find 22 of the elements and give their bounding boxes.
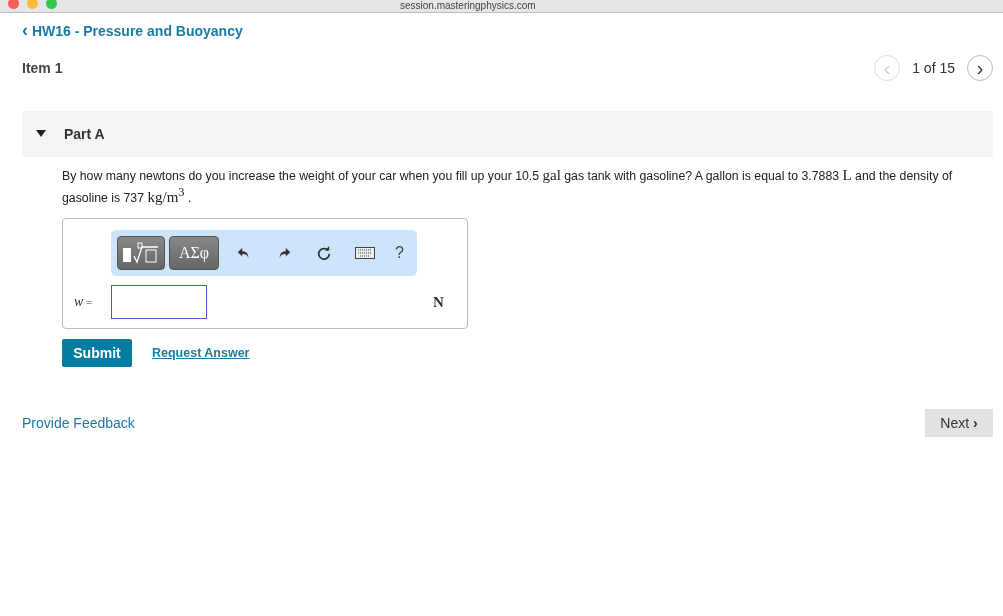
question-text: By how many newtons do you increase the weight of your car when you fill up your 10.5 gal gas tank with gasoline? A gallon is equal to 3.7883 L and the density of gasoline is 737 kg/m$^{3}$ . bbox=[62, 167, 954, 206]
provide-feedback-link[interactable]: Provide Feedback bbox=[22, 415, 135, 431]
part-title: Part A bbox=[64, 126, 105, 142]
item-position: 1 of 15 bbox=[912, 60, 955, 76]
templates-button[interactable] bbox=[117, 236, 165, 270]
next-button[interactable]: Next › bbox=[925, 409, 993, 437]
next-item-button[interactable]: › bbox=[967, 55, 993, 81]
symbols-button[interactable]: ΑΣφ bbox=[169, 236, 219, 270]
request-answer-link[interactable]: Request Answer bbox=[152, 346, 250, 360]
root-template-icon bbox=[122, 242, 160, 264]
assignment-link[interactable]: ‹ HW16 - Pressure and Buoyancy bbox=[22, 23, 243, 39]
keyboard-icon[interactable] bbox=[355, 247, 375, 259]
submit-button[interactable]: Submit bbox=[62, 339, 132, 367]
address-text[interactable]: session.masteringphysics.com bbox=[400, 0, 536, 12]
variable-label: w = bbox=[74, 294, 94, 310]
unit-label: N bbox=[433, 293, 444, 311]
item-title: Item 1 bbox=[22, 60, 63, 76]
part-header[interactable]: Part A bbox=[22, 111, 993, 157]
help-button[interactable]: ? bbox=[387, 244, 412, 262]
answer-field[interactable] bbox=[111, 285, 207, 319]
triangle-icon[interactable] bbox=[36, 130, 46, 138]
reset-icon[interactable] bbox=[317, 246, 331, 260]
